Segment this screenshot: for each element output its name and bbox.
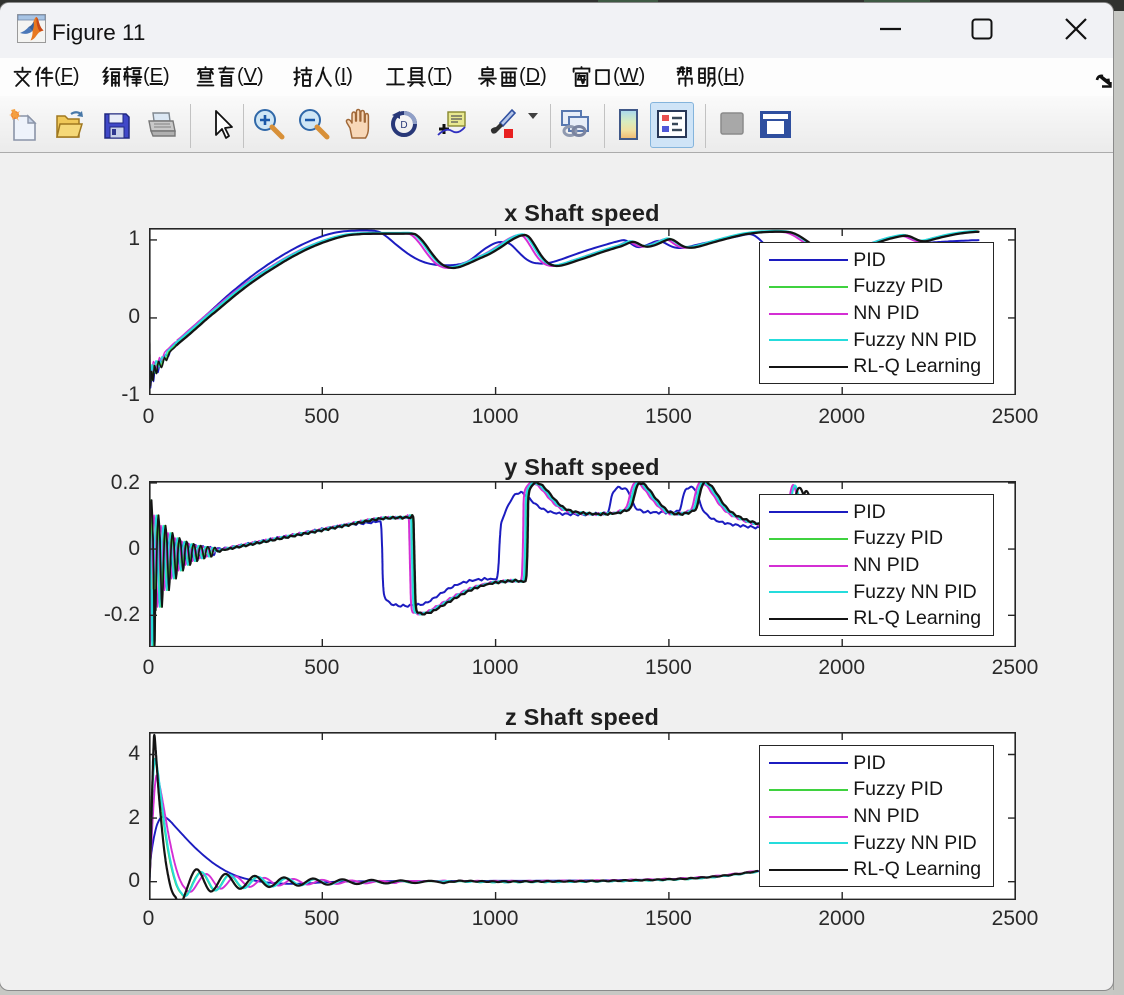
svg-text:D: D bbox=[400, 120, 407, 131]
